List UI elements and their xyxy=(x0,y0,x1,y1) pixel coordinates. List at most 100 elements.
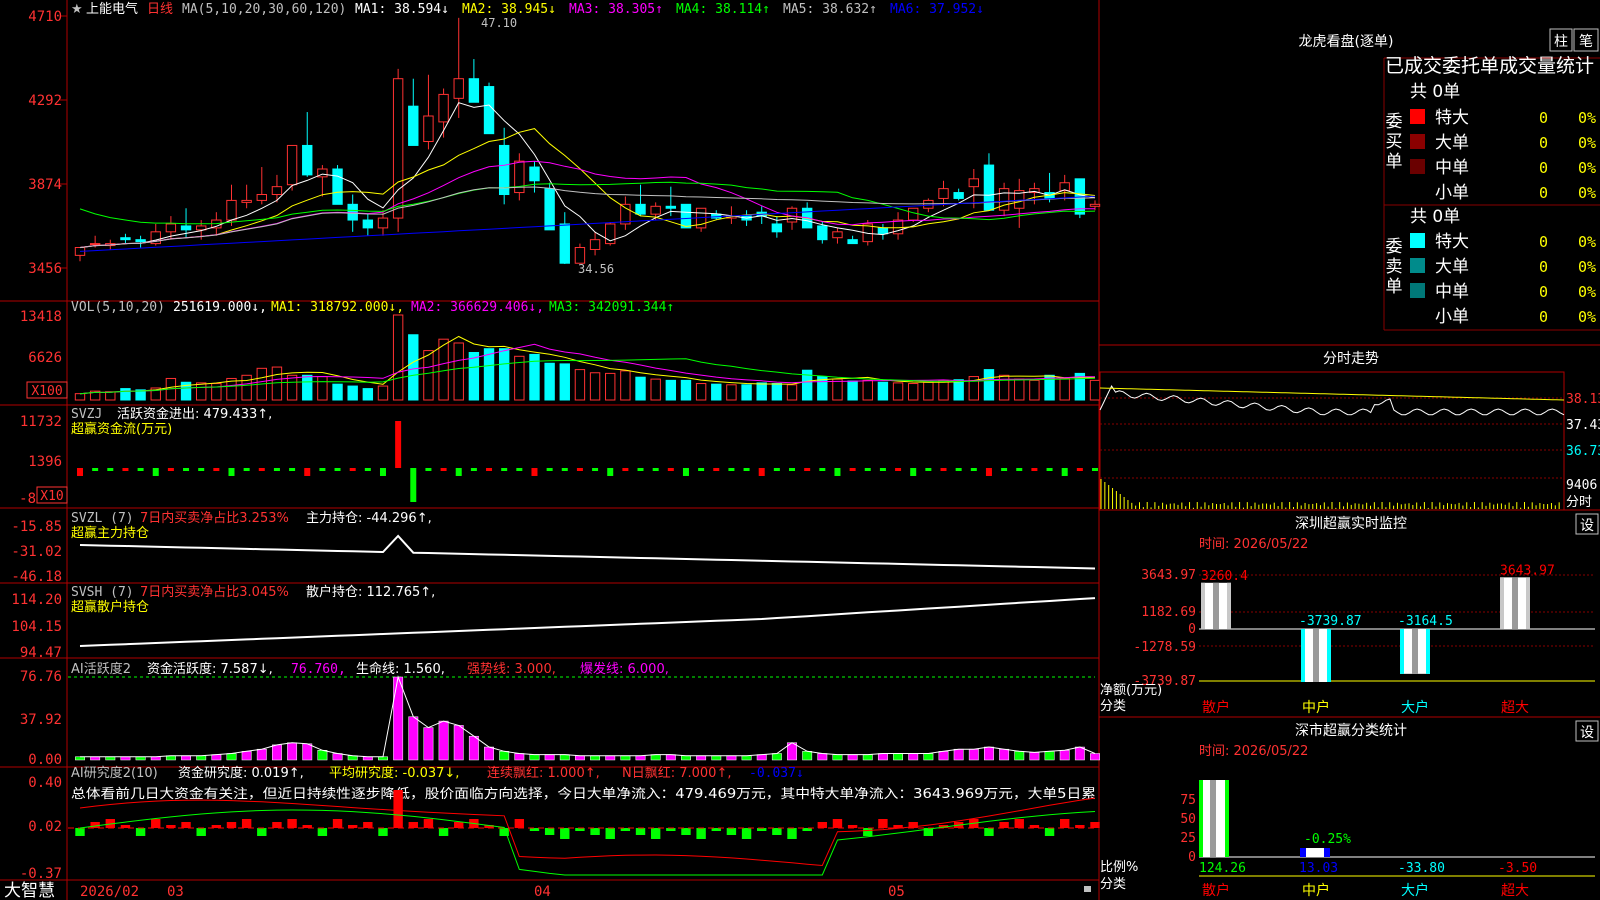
ai-active-bar xyxy=(544,754,555,761)
vertical-char: 单 xyxy=(1386,277,1403,297)
volume-bar xyxy=(726,384,737,401)
sz-ylabel: 净额(万元) xyxy=(1100,683,1162,698)
date-axis: 大智慧 2026/02 03 04 05 xyxy=(4,881,1091,900)
svzj-bar xyxy=(319,468,326,471)
candle-body xyxy=(483,86,495,135)
ma-lines xyxy=(79,102,1096,252)
svzj-bar xyxy=(486,468,493,471)
svzj-bar xyxy=(470,468,477,471)
volume-bar xyxy=(483,348,495,401)
ai-research-ytick: 0.02 xyxy=(28,819,62,835)
sz-bar-edge xyxy=(1327,629,1331,682)
sz-class-value: 13.03 xyxy=(1299,861,1338,876)
candle-body xyxy=(180,225,192,231)
ai-research-bar xyxy=(257,828,267,836)
vol-ytick: 13418 xyxy=(20,309,62,325)
candlestick-series xyxy=(74,17,1101,265)
sz-xlabel: 分类 xyxy=(1100,699,1126,714)
svzj-header: SVZJ 活跃资金进出: 479.433↑, 超赢资金流(万元) xyxy=(71,406,272,437)
svzj-bar xyxy=(546,468,553,471)
ai-active-bar xyxy=(726,755,737,761)
right-panel-tabs[interactable]: 已成交委托单成交量统计 xyxy=(1385,55,1594,77)
sz-class-ylabel: 比例% xyxy=(1100,860,1138,875)
ai-active-line xyxy=(80,675,1096,758)
low-label: 34.56 xyxy=(578,262,614,276)
svzj-bar xyxy=(970,468,977,471)
svzl-title: SVZL (7) xyxy=(71,511,134,526)
sz-monitor-time: 时间: 2026/05/22 xyxy=(1199,537,1308,552)
candle-body xyxy=(226,199,237,221)
candle-body xyxy=(559,223,570,264)
ai-research-bar xyxy=(181,822,191,828)
svzj-bar xyxy=(895,468,902,471)
ai-research-bar xyxy=(1060,819,1070,828)
ai-active-bar xyxy=(711,755,722,761)
ma6-value: MA6: 37.952↓ xyxy=(890,2,984,17)
lock-icon[interactable] xyxy=(1084,886,1091,892)
svzj-bar xyxy=(955,468,962,471)
row-count: 0 xyxy=(1539,283,1548,301)
ma5-value: MA5: 38.632↑ xyxy=(783,2,877,17)
sz-bar-edge xyxy=(1426,629,1430,674)
volume-bar xyxy=(1029,379,1040,401)
intraday-panel: 分时走势 38.13 37.43 36.73 9406 分时 xyxy=(1099,351,1600,511)
row-count: 0 xyxy=(1539,233,1548,251)
svzj-bar xyxy=(1076,468,1083,471)
svzj-bar xyxy=(789,468,796,471)
intraday-price: 36.73 xyxy=(1566,444,1600,459)
ai-research-bar xyxy=(423,819,434,828)
row-name: 小单 xyxy=(1435,183,1469,203)
svzj-bar xyxy=(410,468,417,502)
volume-bar xyxy=(771,383,783,401)
ai-active-bar xyxy=(817,753,828,761)
intraday-frame xyxy=(1099,371,1565,511)
svsh-title: SVSH (7) xyxy=(71,585,134,600)
sz-bar-stripe xyxy=(1512,577,1518,629)
sz-category: 大户 xyxy=(1401,699,1429,716)
main-ytick: 4292 xyxy=(28,93,62,109)
volume-bar xyxy=(953,379,964,401)
volume-bar xyxy=(241,374,252,401)
ai-research-v4: N日飘红: 7.000↑, xyxy=(622,765,731,781)
period-label[interactable]: 日线 xyxy=(147,2,173,17)
sz-class-value: 124.26 xyxy=(1199,861,1246,876)
ma2-line xyxy=(79,128,1096,248)
svzj-bar xyxy=(773,468,780,471)
star-icon[interactable]: ★ xyxy=(71,2,83,17)
row-name: 中单 xyxy=(1435,158,1469,178)
ai-research-y-axis: 0.40 0.02 -0.37 xyxy=(20,775,62,882)
ai-research-bar xyxy=(605,828,615,839)
volume-bar xyxy=(877,381,889,401)
sz-bar-label: -3739.87 xyxy=(1299,614,1362,629)
volume-bar xyxy=(286,374,298,401)
candle-body xyxy=(165,223,177,233)
row-swatch xyxy=(1410,109,1425,124)
row-percent: 0% xyxy=(1578,159,1596,177)
ai-research-line-red xyxy=(79,797,1096,867)
ai-active-bar xyxy=(453,725,464,761)
candle-body xyxy=(529,166,540,182)
ai-research-bar xyxy=(438,828,449,836)
ai-research-bar xyxy=(196,828,206,836)
volume-bar xyxy=(438,338,449,401)
svsh-header: SVSH (7) 7日内买卖净占比3.045% 散户持仓: 112.765↑, … xyxy=(71,584,435,615)
sz-category: 中户 xyxy=(1302,699,1330,716)
ai-active-v3: 生命线: 1.560, xyxy=(356,661,445,677)
svzj-subtitle: 超赢资金流(万元) xyxy=(71,421,172,437)
ai-active-bar xyxy=(408,716,419,761)
sz-bar-label: 3643.97 xyxy=(1500,563,1555,578)
sz-class-bars: -0.25% 124.26 散户 13.03 中户 -33.80 大户 -3.50 超大 xyxy=(1199,780,1595,899)
volume-bar xyxy=(120,388,131,401)
ai-active-bar xyxy=(605,755,616,761)
sz-category: 超大 xyxy=(1501,700,1529,716)
candle-body xyxy=(620,203,631,225)
volume-bar xyxy=(695,383,707,401)
ai-active-bar xyxy=(226,753,237,761)
svzj-bar xyxy=(379,468,386,476)
sz-class-y-axis: 75 50 25 0 xyxy=(1180,793,1196,865)
row-percent: 0% xyxy=(1578,258,1596,276)
svzj-ytick: -8 xyxy=(19,491,36,507)
ai-active-bar xyxy=(862,754,873,761)
volume-bar xyxy=(408,334,419,401)
date-label: 03 xyxy=(167,884,184,900)
